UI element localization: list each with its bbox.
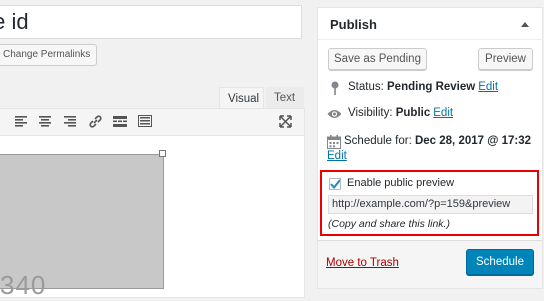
post-title-text: te id [0, 9, 29, 34]
publish-title: Publish [330, 17, 377, 32]
edit-schedule-link[interactable]: Edit [327, 150, 347, 162]
edit-visibility-link[interactable]: Edit [433, 107, 453, 119]
schedule-button[interactable]: Schedule [466, 249, 534, 275]
save-as-pending-button[interactable]: Save as Pending [328, 48, 427, 70]
schedule-value: Dec 28, 2017 @ 17:32 [414, 135, 532, 147]
calendar-icon [327, 135, 341, 149]
copy-share-hint: (Copy and share this link.) [328, 218, 450, 230]
visibility-value: Public [395, 107, 431, 119]
preview-button[interactable]: Preview [478, 48, 533, 70]
toolbar-toggle-icon[interactable] [137, 113, 153, 129]
image-placeholder[interactable] [0, 154, 164, 289]
visibility-row: Visibility: Public Edit [348, 107, 453, 119]
align-center-icon[interactable] [37, 113, 53, 129]
image-resize-handle[interactable] [159, 150, 166, 157]
insert-link-icon[interactable] [87, 113, 103, 129]
visibility-label: Visibility: [348, 107, 393, 119]
edit-status-link[interactable]: Edit [478, 81, 498, 93]
publish-actions: Move to Trash Schedule [318, 240, 542, 288]
post-title-input[interactable]: te id [0, 5, 302, 39]
fullscreen-icon[interactable] [277, 113, 293, 129]
collapse-arrow-icon[interactable] [520, 19, 530, 29]
schedule-edit-wrap: Edit [327, 150, 347, 162]
publish-box: Publish Save as Pending Preview Status: … [317, 7, 543, 289]
schedule-row: Schedule for: Dec 28, 2017 @ 17:32 [344, 135, 531, 147]
checkmark-icon [330, 179, 340, 189]
change-permalinks-button[interactable]: Change Permalinks [0, 44, 98, 66]
enable-public-preview-label[interactable]: Enable public preview [347, 177, 454, 189]
tab-text[interactable]: Text [266, 87, 304, 109]
schedule-label: Schedule for: [344, 135, 412, 147]
status-label: Status: [348, 81, 384, 93]
enable-public-preview-checkbox[interactable] [329, 178, 341, 190]
move-to-trash-link[interactable]: Move to Trash [326, 257, 399, 269]
public-preview-section: Enable public preview http://example.com… [320, 170, 539, 236]
status-row: Status: Pending Review Edit [348, 81, 498, 93]
pin-icon [328, 81, 342, 95]
publish-box-header[interactable]: Publish [318, 8, 542, 40]
align-right-icon[interactable] [62, 113, 78, 129]
eye-icon [327, 107, 341, 121]
status-value: Pending Review [387, 81, 476, 93]
public-preview-url-field[interactable]: http://example.com/?p=159&preview [328, 195, 533, 214]
tab-visual[interactable]: Visual [219, 87, 264, 109]
align-left-icon[interactable] [13, 113, 29, 129]
read-more-icon[interactable] [112, 113, 128, 129]
